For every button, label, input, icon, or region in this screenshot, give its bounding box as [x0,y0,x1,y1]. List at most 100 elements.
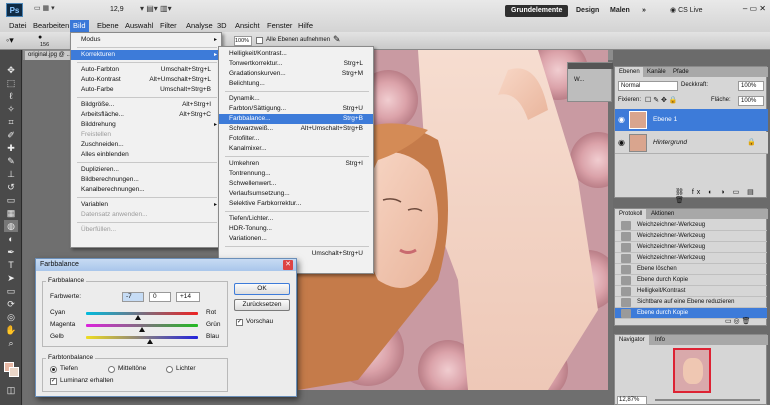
eraser-icon[interactable]: ▭ [4,194,18,206]
strength-field[interactable]: 100% [234,36,252,46]
menu-item-tonwertkorrektur[interactable]: Tonwertkorrektur... Strg+L [219,59,373,69]
menu-item-belichtung[interactable]: Belichtung... [219,79,373,89]
magenta-green-value[interactable]: 0 [149,292,171,302]
hand-tool-icon[interactable]: ✋ [4,324,18,336]
workspace-malen[interactable]: Malen [604,5,636,17]
menu-item-kanalberechnungen[interactable]: Kanalberechnungen... [71,185,221,195]
history-item[interactable]: Weichzeichner-Werkzeug [615,231,767,242]
history-action-icons[interactable]: ▭ ◎ 🗑 [725,317,751,325]
magenta-green-slider-thumb[interactable] [139,327,145,332]
background-color-swatch[interactable] [9,367,19,377]
lasso-tool-icon[interactable]: ℓ [4,90,18,102]
reset-button[interactable]: Zurücksetzen [234,299,290,311]
ok-button[interactable]: OK [234,283,290,295]
history-item[interactable]: Ebene durch Kopie [615,275,767,286]
radio-lichter[interactable] [166,366,173,373]
fill-field[interactable]: 100% [738,96,764,106]
type-tool-icon[interactable]: T [4,259,18,271]
history-item[interactable]: Helligkeit/Kontrast [615,286,767,297]
cyan-red-slider-thumb[interactable] [135,315,142,320]
menu-item-hdr-tonung[interactable]: HDR-Tonung... [219,224,373,234]
menu-item-bildgröße[interactable]: Bildgröße... Alt+Strg+I [71,100,221,110]
blend-mode-select[interactable]: Normal [618,81,678,91]
tab-ebenen[interactable]: Ebenen [615,67,644,77]
quick-mask-icon[interactable]: ◫ [4,384,18,396]
pen-tool-icon[interactable]: ✒ [4,246,18,258]
arrange-icons[interactable]: ▾ ▤▾ ▥▾ [140,4,220,16]
menu-item-kanalmixer[interactable]: Kanalmixer... [219,144,373,154]
radio-mitteltoene[interactable] [108,366,115,373]
brush-preview-icon[interactable]: ● [38,34,42,41]
gradient-tool-icon[interactable]: ▦ [4,207,18,219]
tab-pfade[interactable]: Pfade [669,67,693,77]
tab-navigator[interactable]: Navigator [615,335,649,345]
layer-row-hintergrund[interactable]: ◉ Hintergrund 🔒 [615,132,768,154]
cyan-red-value[interactable]: -7 [122,292,144,302]
yellow-blue-slider-thumb[interactable] [146,339,153,344]
tab-info[interactable]: Info [651,335,670,345]
menu-item-auto-farbe[interactable]: Auto-Farbe Umschalt+Strg+B [71,85,221,95]
3d-orbit-icon[interactable]: ◎ [4,311,18,323]
eye-icon[interactable]: ◉ [618,138,625,147]
workspace-design[interactable]: Design [570,5,605,17]
healing-brush-icon[interactable]: ✚ [4,142,18,154]
mini-panel-label[interactable]: W... [574,77,584,83]
menu-item-tiefen-lichter[interactable]: Tiefen/Lichter... [219,214,373,224]
sample-all-checkbox[interactable] [256,37,263,44]
menu-item-variationen[interactable]: Variationen... [219,234,373,244]
shape-tool-icon[interactable]: ▭ [4,285,18,297]
3d-rotate-icon[interactable]: ⟳ [4,298,18,310]
history-item[interactable]: Weichzeichner-Werkzeug [615,253,767,264]
layer-name[interactable]: Hintergrund [653,139,687,146]
menu-item-helligkeit-kontrast[interactable]: Helligkeit/Kontrast... [219,49,373,59]
menu-filter[interactable]: Filter [157,20,180,32]
history-brush-icon[interactable]: ↺ [4,181,18,193]
more-workspaces-button[interactable]: » [636,5,652,17]
clone-stamp-icon[interactable]: ⊥ [4,168,18,180]
menu-item-alles-einblenden[interactable]: Alles einblenden [71,150,221,160]
menu-item-bilddrehung[interactable]: Bilddrehung ▸ [71,120,221,130]
menu-ebene[interactable]: Ebene [94,20,122,32]
history-item[interactable]: Weichzeichner-Werkzeug [615,242,767,253]
menu-bild[interactable]: Bild [70,20,89,32]
luminance-checkbox[interactable]: ✓ [50,378,57,385]
opacity-field[interactable]: 100% [738,81,764,91]
yellow-blue-value[interactable]: +14 [176,292,200,302]
eye-icon[interactable]: ◉ [618,115,625,124]
menu-item-gradationskurven[interactable]: Gradationskurven... Strg+M [219,69,373,79]
menu-item-selektive-farbkorrektur[interactable]: Selektive Farbkorrektur... [219,199,373,209]
cs-live-button[interactable]: ◉ CS Live [664,5,709,17]
menu-item-schwarzweiß[interactable]: Schwarzweiß... Alt+Umschalt+Strg+B [219,124,373,134]
menu-auswahl[interactable]: Auswahl [122,20,156,32]
menu-item-schwellenwert[interactable]: Schwellenwert... [219,179,373,189]
menu-item-tontrennung[interactable]: Tontrennung... [219,169,373,179]
pressure-icon[interactable]: ✎ [333,34,341,45]
zoom-level[interactable]: 12,9 [110,4,136,16]
menu-item-variablen[interactable]: Variablen ▸ [71,200,221,210]
menu-3d[interactable]: 3D [214,20,230,32]
navigator-zoom-field[interactable]: 12,87% [617,396,647,405]
history-item[interactable]: Ebene löschen [615,264,767,275]
tab-protokoll[interactable]: Protokoll [615,209,647,219]
menu-item-farbbalance[interactable]: Farbbalance... Strg+B [219,114,373,124]
menu-datei[interactable]: Datei [6,20,30,32]
dodge-tool-icon[interactable]: ◐ [4,233,18,245]
navigator-zoom-slider[interactable] [655,399,760,401]
dialog-close-icon[interactable]: ✕ [283,260,293,270]
menu-item-auto-kontrast[interactable]: Auto-Kontrast Alt+Umschalt+Strg+L [71,75,221,85]
quick-select-icon[interactable]: ✧ [4,103,18,115]
menu-item-auto-farbton[interactable]: Auto-Farbton Umschalt+Strg+L [71,65,221,75]
tab-kanaele[interactable]: Kanäle [643,67,670,77]
menu-item-korrekturen[interactable]: Korrekturen ▸ [71,50,221,60]
app-bar-icons[interactable]: ▭ ▦ ▾ [34,4,74,16]
path-select-icon[interactable]: ➤ [4,272,18,284]
menu-item-verlaufsumsetzung[interactable]: Verlaufsumsetzung... [219,189,373,199]
lock-icons[interactable]: ☐ ✎ ✥ 🔒 [645,96,678,104]
blur-tool-icon[interactable]: ◍ [4,220,18,232]
tab-aktionen[interactable]: Aktionen [647,209,679,219]
workspace-grundelemente[interactable]: Grundelemente [505,5,569,17]
yellow-blue-slider[interactable] [86,336,198,339]
preview-checkbox[interactable]: ✓ [236,319,243,326]
cyan-red-slider[interactable] [86,312,198,315]
layer-row-ebene-1[interactable]: ◉ Ebene 1 [615,109,768,131]
